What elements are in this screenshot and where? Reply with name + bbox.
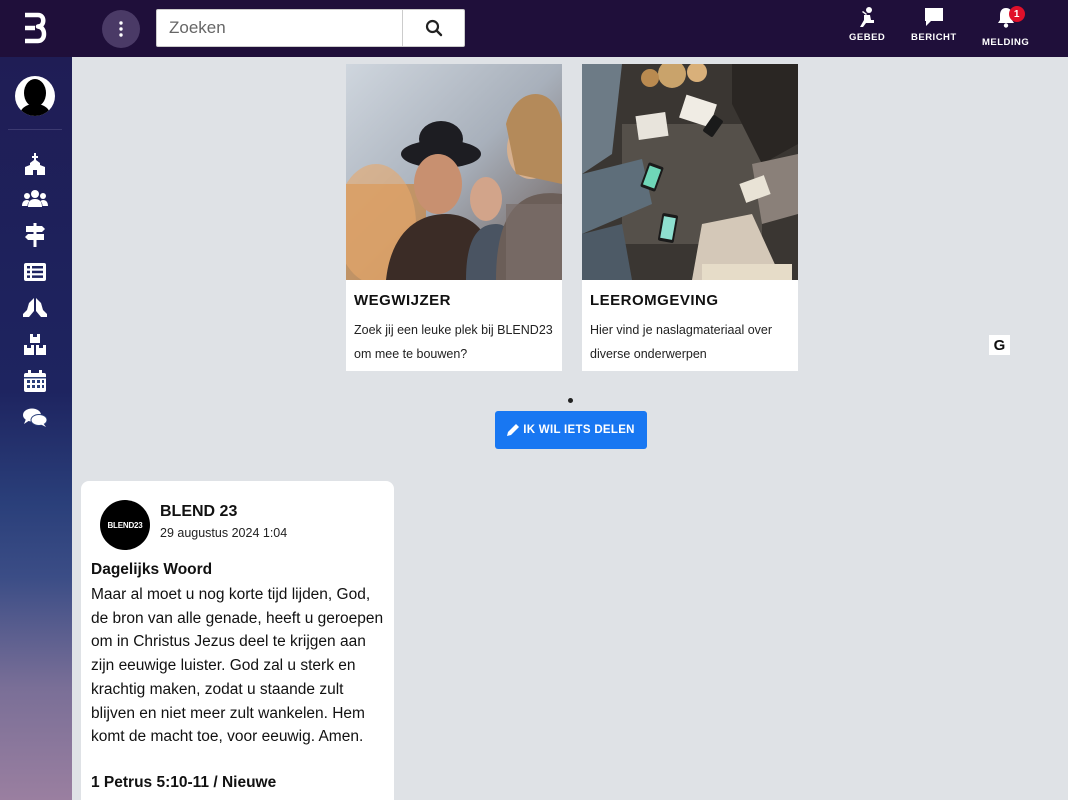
calendar-icon bbox=[24, 370, 46, 392]
blend-logo-icon[interactable] bbox=[18, 10, 54, 46]
gebed-label: GEBED bbox=[849, 32, 886, 43]
vertical-dots-icon bbox=[119, 21, 123, 37]
g-badge[interactable]: G bbox=[989, 335, 1010, 355]
more-menu-button[interactable] bbox=[102, 10, 140, 48]
card-leeromgeving[interactable]: LEEROMGEVING Hier vind je naslagmateriaa… bbox=[582, 64, 798, 371]
user-avatar[interactable] bbox=[15, 76, 55, 116]
sidebar-item-church[interactable] bbox=[20, 151, 50, 177]
post-date: 29 augustus 2024 1:04 bbox=[160, 526, 288, 540]
church-icon bbox=[25, 153, 45, 175]
card-description: Hier vind je naslagmateriaal over divers… bbox=[590, 323, 773, 361]
comments-icon bbox=[23, 408, 47, 427]
post-body: Maar al moet u nog korte tijd lijden, Go… bbox=[91, 586, 384, 746]
search-input[interactable] bbox=[157, 10, 402, 46]
sidebar-item-list[interactable] bbox=[20, 259, 50, 285]
praying-hands-icon bbox=[23, 298, 47, 317]
pen-icon bbox=[507, 424, 520, 436]
post-author[interactable]: BLEND 23 bbox=[160, 503, 237, 521]
list-icon bbox=[24, 263, 46, 281]
sidebar-divider bbox=[8, 129, 62, 130]
search-icon bbox=[425, 19, 442, 37]
melding-label: MELDING bbox=[982, 37, 1030, 48]
signpost-icon bbox=[25, 223, 45, 247]
post-reference: 1 Petrus 5:10-11 / Nieuwe bbox=[91, 774, 277, 791]
praying-person-icon bbox=[860, 7, 875, 27]
users-icon bbox=[22, 190, 48, 207]
card-wegwijzer[interactable]: WEGWIJZER Zoek jij een leuke plek bij BL… bbox=[346, 64, 562, 371]
search-button[interactable] bbox=[402, 10, 464, 46]
sidebar-item-calendar[interactable] bbox=[20, 368, 50, 394]
sidebar-item-boxes[interactable] bbox=[20, 332, 50, 358]
top-bar: GEBED BERICHT 1 MELDING bbox=[0, 0, 1068, 57]
leeromgeving-photo bbox=[582, 64, 798, 280]
gebed-button[interactable]: GEBED bbox=[849, 6, 885, 50]
notification-badge: 1 bbox=[1008, 6, 1025, 22]
sidebar-item-signpost[interactable] bbox=[20, 222, 50, 248]
bericht-label: BERICHT bbox=[911, 32, 957, 43]
message-icon bbox=[924, 8, 943, 26]
card-title: WEGWIJZER bbox=[354, 292, 451, 309]
share-button[interactable]: IK WIL IETS DELEN bbox=[495, 411, 647, 449]
post-author-avatar[interactable]: BLEND23 bbox=[100, 500, 150, 550]
melding-button[interactable]: 1 MELDING bbox=[982, 6, 1029, 50]
sidebar-item-users[interactable] bbox=[20, 186, 50, 212]
post-heading: Dagelijks Woord bbox=[91, 561, 213, 578]
bericht-button[interactable]: BERICHT bbox=[911, 6, 957, 50]
sidebar-item-prayer[interactable] bbox=[20, 295, 50, 321]
card-title: LEEROMGEVING bbox=[590, 292, 719, 309]
carousel-dot[interactable] bbox=[568, 398, 573, 403]
boxes-icon bbox=[24, 334, 46, 355]
card-description: Zoek jij een leuke plek bij BLEND23 om m… bbox=[354, 323, 553, 361]
wegwijzer-photo bbox=[346, 64, 562, 280]
share-button-label: IK WIL IETS DELEN bbox=[523, 424, 635, 436]
sidebar bbox=[0, 57, 72, 800]
sidebar-item-comments[interactable] bbox=[20, 405, 50, 431]
post-card: BLEND23 BLEND 23 29 augustus 2024 1:04 D… bbox=[81, 481, 394, 800]
search-bar bbox=[156, 9, 465, 47]
